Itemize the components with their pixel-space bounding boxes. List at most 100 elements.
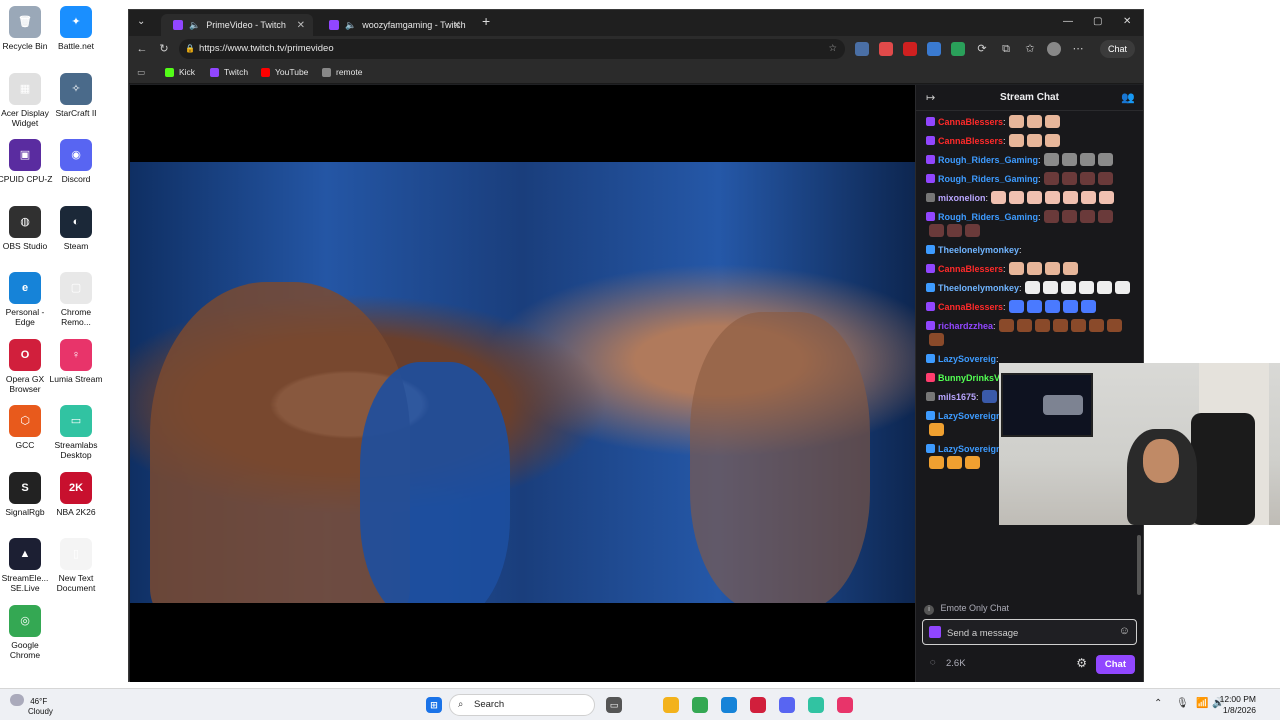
- user-badge-icon[interactable]: [926, 136, 935, 145]
- tab-actions-icon[interactable]: ⌄: [137, 16, 145, 27]
- chat-username[interactable]: CannaBlessers: [938, 302, 1003, 312]
- emote-icon[interactable]: [1081, 191, 1097, 204]
- emote-icon[interactable]: [1024, 281, 1040, 294]
- chat-username[interactable]: CannaBlessers: [938, 264, 1003, 274]
- desktop-icon-google-chrome[interactable]: ◎ Google Chrome: [0, 604, 53, 660]
- chat-send-button[interactable]: Chat: [1095, 655, 1135, 674]
- desktop-icon-chrome-remo[interactable]: ▢ Chrome Remo...: [48, 272, 104, 327]
- chrome-icon[interactable]: [692, 697, 708, 713]
- desktop-icon-new-text-document[interactable]: ▯ New Text Document: [48, 538, 104, 593]
- user-badge-icon[interactable]: [926, 212, 935, 221]
- desktop-icon-acer-display-widget[interactable]: ▦ Acer Display Widget: [0, 72, 53, 128]
- emote-icon[interactable]: [1106, 319, 1122, 332]
- chat-message[interactable]: CannaBlessers:: [916, 132, 1138, 151]
- emote-icon[interactable]: [1062, 300, 1078, 313]
- chat-username[interactable]: Rough_Riders_Gaming: [938, 174, 1038, 184]
- user-badge-icon[interactable]: [926, 193, 935, 202]
- minimize-button[interactable]: —: [1063, 16, 1073, 27]
- user-badge-icon[interactable]: [926, 245, 935, 254]
- emote-icon[interactable]: [1044, 300, 1060, 313]
- copilot-chat-button[interactable]: Chat: [1099, 40, 1135, 58]
- emote-picker-icon[interactable]: ☺: [1119, 625, 1130, 637]
- user-badge-icon[interactable]: [926, 411, 935, 420]
- chat-message[interactable]: Theelonelymonkey:: [916, 279, 1138, 298]
- user-badge-icon[interactable]: [926, 392, 935, 401]
- chat-username[interactable]: LazySovereig: [938, 354, 996, 364]
- emote-icon[interactable]: [947, 456, 962, 469]
- emote-icon[interactable]: [1008, 134, 1024, 147]
- user-badge-icon[interactable]: [926, 444, 935, 453]
- split-screen-icon[interactable]: ⧉: [999, 42, 1013, 56]
- chat-username[interactable]: richardzzhea: [938, 321, 993, 331]
- emote-icon[interactable]: [998, 319, 1014, 332]
- emote-icon[interactable]: [1079, 172, 1095, 185]
- chat-settings-icon[interactable]: ⚙: [1076, 656, 1087, 670]
- emote-icon[interactable]: [1097, 172, 1113, 185]
- emote-icon[interactable]: [1043, 153, 1059, 166]
- collapse-chat-icon[interactable]: ↦: [926, 85, 935, 111]
- url-field[interactable]: 🔒 https://www.twitch.tv/primevideo ☆: [179, 39, 845, 59]
- file-explorer-icon[interactable]: [663, 697, 679, 713]
- edge-icon[interactable]: [721, 697, 737, 713]
- chat-message-input[interactable]: [947, 625, 1107, 641]
- desktop-icon-nba-2k26[interactable]: 2K NBA 2K26: [48, 471, 104, 517]
- tray-overflow-icon[interactable]: ⌃: [1154, 698, 1162, 709]
- desktop-icon-opera-gx-browser[interactable]: O Opera GX Browser: [0, 338, 53, 394]
- chat-message[interactable]: CannaBlessers:: [916, 298, 1138, 317]
- emote-icon[interactable]: [1043, 210, 1059, 223]
- close-tab-icon[interactable]: ✕: [297, 20, 305, 31]
- tablet-icon[interactable]: ▭: [137, 67, 145, 78]
- chat-username[interactable]: mils1675: [938, 392, 976, 402]
- task-view-icon[interactable]: ▭: [606, 697, 622, 713]
- tab-woozyfamgaming[interactable]: 🔈 woozyfamgaming - Twitch ✕: [317, 14, 469, 36]
- emote-icon[interactable]: [1042, 281, 1058, 294]
- desktop-icon-starcraft-ii[interactable]: ✧ StarCraft II: [48, 72, 104, 118]
- emote-icon[interactable]: [1062, 262, 1078, 275]
- chat-username[interactable]: Rough_Riders_Gaming: [938, 212, 1038, 222]
- desktop-icon-gcc[interactable]: ⬡ GCC: [0, 405, 53, 450]
- taskbar-search[interactable]: ⌕ Search: [449, 694, 595, 716]
- chat-username[interactable]: Theelonelymonkey: [938, 283, 1019, 293]
- close-tab-icon[interactable]: ✕: [453, 20, 461, 31]
- extension-icon[interactable]: [903, 42, 917, 56]
- chat-username[interactable]: Rough_Riders_Gaming: [938, 155, 1038, 165]
- extension-icon[interactable]: [927, 42, 941, 56]
- chat-username[interactable]: BunnyDrinksV: [938, 373, 1000, 383]
- emote-icon[interactable]: [1114, 281, 1130, 294]
- chat-message[interactable]: Rough_Riders_Gaming:: [916, 208, 1138, 241]
- emote-icon[interactable]: [1027, 191, 1043, 204]
- video-frame[interactable]: [130, 162, 915, 603]
- emote-icon[interactable]: [1078, 281, 1094, 294]
- desktop-icon-lumia-stream[interactable]: ♀ Lumia Stream: [48, 338, 104, 384]
- chat-message[interactable]: Theelonelymonkey:: [916, 241, 1138, 260]
- chat-username[interactable]: Theelonelymonkey: [938, 245, 1019, 255]
- community-icon[interactable]: 👥: [1121, 85, 1135, 111]
- channel-points-icon[interactable]: ◌: [930, 657, 936, 668]
- desktop-icon-personal-edge[interactable]: e Personal - Edge: [0, 272, 53, 327]
- chat-message[interactable]: Rough_Riders_Gaming:: [916, 170, 1138, 189]
- user-badge-icon[interactable]: [926, 373, 935, 382]
- discord-icon[interactable]: [779, 697, 795, 713]
- chat-username[interactable]: CannaBlessers: [938, 117, 1003, 127]
- user-badge-icon[interactable]: [926, 283, 935, 292]
- emote-icon[interactable]: [1096, 281, 1112, 294]
- emote-icon[interactable]: [929, 456, 944, 469]
- close-window-button[interactable]: ✕: [1123, 16, 1131, 27]
- favorites-icon[interactable]: ✩: [1023, 42, 1037, 56]
- new-tab-button[interactable]: +: [482, 13, 490, 29]
- emote-icon[interactable]: [947, 224, 962, 237]
- emote-icon[interactable]: [1063, 191, 1079, 204]
- speaker-icon[interactable]: 🔈: [345, 20, 356, 31]
- emote-icon[interactable]: [1044, 262, 1060, 275]
- emote-icon[interactable]: [1097, 210, 1113, 223]
- user-badge-icon[interactable]: [926, 174, 935, 183]
- emote-icon[interactable]: [1043, 172, 1059, 185]
- emote-icon[interactable]: [1061, 153, 1077, 166]
- video-player[interactable]: [130, 85, 915, 682]
- emote-icon[interactable]: [1044, 134, 1060, 147]
- bookmark-kick[interactable]: Kick: [165, 67, 195, 77]
- chat-message[interactable]: mixonelion:: [916, 189, 1138, 208]
- emote-icon[interactable]: [929, 224, 944, 237]
- emote-icon[interactable]: [965, 456, 980, 469]
- chat-message[interactable]: richardzzhea:: [916, 317, 1138, 350]
